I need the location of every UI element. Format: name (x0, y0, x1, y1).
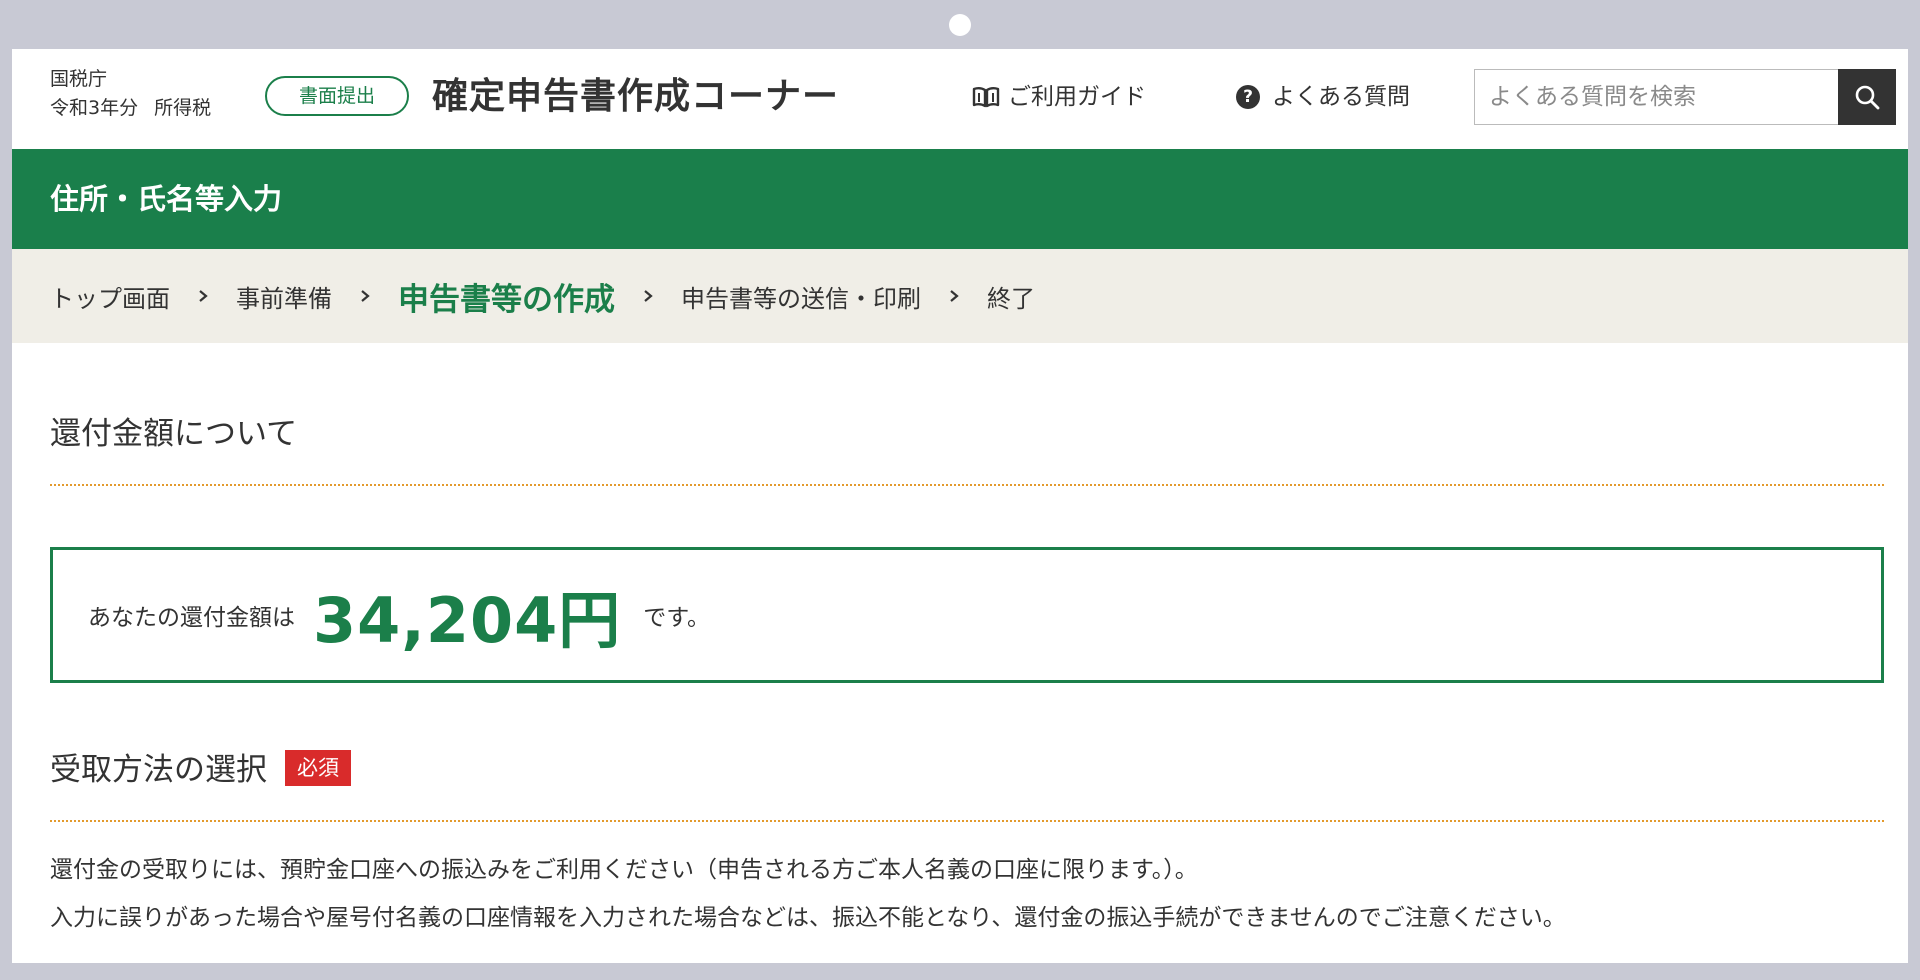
note-line: 還付金の受取りには、預貯金口座への振込みをご利用ください（申告される方ご本人名義… (50, 857, 1198, 883)
page-title: 住所・氏名等入力 (50, 182, 283, 216)
chevron-right-icon (361, 290, 370, 302)
refund-section-heading: 還付金額について (50, 412, 1884, 486)
book-icon (972, 87, 1000, 108)
receipt-method-heading: 受取方法の選択 必須 (50, 748, 1884, 822)
breadcrumb-step-top: トップ画面 (50, 284, 170, 313)
breadcrumb-step-preparation: 事前準備 (236, 284, 332, 313)
breadcrumb-step-finish: 終了 (987, 284, 1035, 313)
faq-search (1474, 69, 1896, 125)
refund-amount-box: あなたの還付金額は 34,204円 です。 (50, 547, 1884, 683)
breadcrumb: トップ画面 事前準備 申告書等の作成 申告書等の送信・印刷 終了 (12, 249, 1908, 343)
usage-guide-label: ご利用ガイド (1008, 84, 1146, 110)
refund-amount-value: 34,204円 (313, 584, 622, 657)
usage-guide-link[interactable]: ご利用ガイド (972, 79, 1146, 115)
agency-name: 国税庁 (50, 68, 108, 90)
refund-amount-prefix: あなたの還付金額は (88, 605, 295, 631)
faq-link[interactable]: ? よくある質問 (1236, 79, 1410, 115)
tax-year: 令和3年分 (50, 97, 139, 119)
required-badge: 必須 (285, 750, 351, 786)
faq-search-input[interactable] (1474, 69, 1838, 125)
submission-method-badge: 書面提出 (265, 76, 409, 116)
question-circle-icon: ? (1236, 85, 1260, 109)
search-button[interactable] (1838, 69, 1896, 125)
magnifier-icon (1855, 85, 1880, 110)
receipt-method-notes: 還付金の受取りには、預貯金口座への振込みをご利用ください（申告される方ご本人名義… (50, 846, 1566, 942)
page-title-bar: 住所・氏名等入力 (12, 149, 1908, 249)
breadcrumb-step-send-print: 申告書等の送信・印刷 (681, 284, 921, 313)
tax-type: 所得税 (154, 97, 212, 119)
tax-year-line: 令和3年分 所得税 (50, 94, 211, 123)
breadcrumb-step-create-current: 申告書等の作成 (398, 281, 615, 318)
app-title: 確定申告書作成コーナー (432, 76, 840, 117)
device-camera (949, 14, 971, 36)
chevron-right-icon (950, 290, 959, 302)
receipt-method-title: 受取方法の選択 (50, 752, 267, 788)
site-header: 国税庁 令和3年分 所得税 書面提出 確定申告書作成コーナー ご利用ガイド ? よ… (12, 49, 1908, 149)
note-line: 入力に誤りがあった場合や屋号付名義の口座情報を入力された場合などは、振込不能とな… (50, 905, 1566, 931)
faq-label: よくある質問 (1272, 84, 1410, 110)
chevron-right-icon (199, 290, 208, 302)
app-window: 国税庁 令和3年分 所得税 書面提出 確定申告書作成コーナー ご利用ガイド ? よ… (12, 49, 1908, 963)
refund-amount-suffix: です。 (643, 605, 710, 631)
chevron-right-icon (644, 290, 653, 302)
site-identity: 国税庁 令和3年分 所得税 (50, 65, 211, 123)
